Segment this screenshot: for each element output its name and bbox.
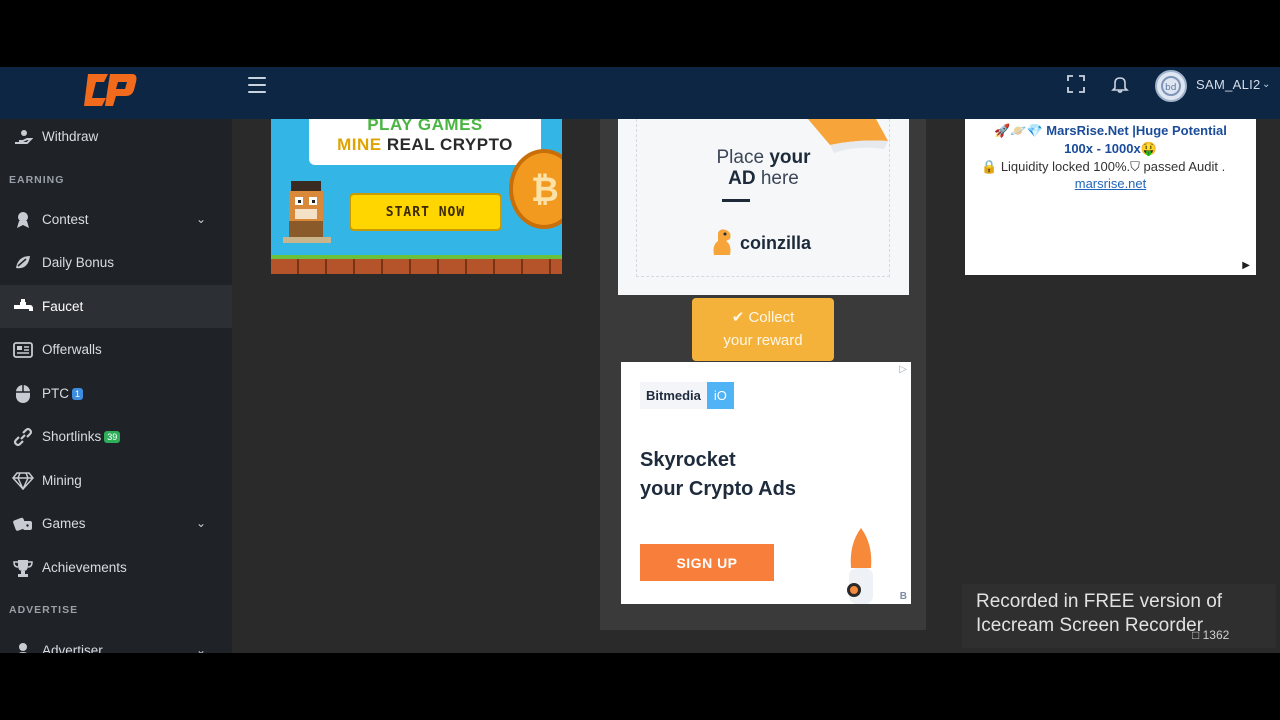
- screen: bd SAM_ALI2 ⌄ Withdraw EARNING Contest ⌄…: [0, 0, 1280, 720]
- start-now-button[interactable]: START NOW: [349, 193, 502, 231]
- sidebar-item-shortlinks[interactable]: Shortlinks 39: [0, 415, 232, 458]
- pixel-character-icon: [283, 181, 331, 243]
- chevron-down-icon: ⌄: [195, 212, 206, 226]
- game-ad-banner: PLAY GAMES MINE REAL CRYPTO: [309, 119, 541, 165]
- coinzilla-ad[interactable]: Place your AD here coinzilla: [618, 119, 909, 295]
- game-ad-line2: MINE REAL CRYPTO: [337, 135, 513, 154]
- menu-icon[interactable]: [248, 77, 266, 93]
- user-icon: [12, 640, 34, 653]
- play-icon[interactable]: ▶: [1242, 260, 1250, 271]
- ptc-badge: 1: [72, 387, 84, 400]
- collect-line2: your reward: [723, 332, 803, 349]
- sidebar-item-mining[interactable]: Mining: [0, 459, 232, 502]
- mouse-icon: [12, 383, 34, 405]
- viewer-count: □ 1362: [1192, 628, 1230, 642]
- top-bar: [0, 67, 1280, 119]
- trophy-icon: [12, 557, 34, 579]
- link-icon: [12, 426, 34, 448]
- chevron-down-icon: ⌄: [195, 643, 206, 653]
- collect-line1: ✔︎ Collect: [731, 309, 795, 326]
- sidebar-item-daily-bonus[interactable]: Daily Bonus: [0, 241, 232, 284]
- bitmedia-headline: Skyrocket your Crypto Ads: [640, 449, 796, 500]
- sidebar-item-ptc[interactable]: PTC 1: [0, 372, 232, 415]
- bitmedia-ad[interactable]: ▷ Bitmedia iO Skyrocket your Crypto Ads S…: [621, 362, 911, 604]
- brick-ground: [271, 259, 562, 274]
- section-advertise: ADVERTISE: [9, 604, 79, 616]
- sidebar-item-label: Contest: [42, 212, 89, 227]
- sidebar-item-label: Games: [42, 516, 86, 531]
- bell-icon[interactable]: [1110, 74, 1130, 94]
- marsrise-description: 🔒 Liquidity locked 100%.⛉ passed Audit .: [981, 159, 1226, 174]
- bitmedia-corner-mark: B: [899, 591, 907, 602]
- sidebar-item-advertiser[interactable]: Advertiser ⌄: [0, 629, 232, 653]
- fullscreen-icon[interactable]: [1066, 74, 1086, 94]
- check-circle-icon: ✔︎: [731, 309, 745, 326]
- collect-reward-button[interactable]: ✔︎ Collect your reward: [692, 298, 834, 361]
- sidebar-item-label: Offerwalls: [42, 342, 102, 357]
- section-earning: EARNING: [9, 174, 65, 186]
- sidebar-item-contest[interactable]: Contest ⌄: [0, 198, 232, 241]
- sidebar-item-label: Mining: [42, 473, 82, 488]
- lock-emoji-icon: 🔒: [981, 159, 998, 174]
- sign-up-button[interactable]: SIGN UP: [640, 544, 774, 581]
- chevron-down-icon: ⌄: [195, 516, 206, 530]
- sidebar-item-label: Withdraw: [42, 129, 99, 144]
- coinzilla-logo-icon: [713, 229, 731, 255]
- sidebar-item-label: Advertiser: [42, 643, 103, 653]
- sidebar-item-label: PTC: [42, 386, 69, 401]
- sidebar-item-games[interactable]: Games ⌄: [0, 502, 232, 545]
- shortlinks-badge: 39: [104, 430, 121, 443]
- avatar[interactable]: bd: [1155, 70, 1187, 102]
- money-emoji-icon: 🤑: [1140, 141, 1157, 156]
- chat-icon: □: [1192, 628, 1200, 642]
- diamond-icon: [12, 470, 34, 492]
- sidebar-item-label: Shortlinks: [42, 429, 102, 444]
- game-ad[interactable]: PLAY GAMES MINE REAL CRYPTO ₿ START NOW: [271, 119, 562, 274]
- site-logo[interactable]: [82, 68, 138, 112]
- bitmedia-logo: Bitmedia iO: [640, 382, 734, 409]
- marsrise-title[interactable]: 🚀🪐💎 MarsRise.Net |Huge Potential 100x - …: [965, 122, 1256, 158]
- sidebar-item-label: Achievements: [42, 560, 127, 575]
- sidebar-item-label: Daily Bonus: [42, 255, 115, 270]
- sidebar-item-achievements[interactable]: Achievements: [0, 546, 232, 589]
- avatar-icon: bd: [1161, 76, 1181, 96]
- sidebar-item-faucet[interactable]: Faucet: [0, 285, 232, 328]
- username[interactable]: SAM_ALI2: [1196, 77, 1261, 92]
- divider: [722, 199, 750, 202]
- sidebar: Withdraw EARNING Contest ⌄ Daily Bonus F…: [0, 119, 232, 653]
- coinzilla-brand: coinzilla: [740, 233, 812, 253]
- chevron-down-icon[interactable]: ⌄: [1262, 79, 1270, 90]
- rocket-icon: [847, 528, 873, 604]
- rocket-emoji-icon: 🚀🪐💎: [994, 123, 1043, 138]
- sidebar-item-offerwalls[interactable]: Offerwalls: [0, 328, 232, 371]
- game-ad-line1: PLAY GAMES: [367, 119, 483, 134]
- faucet-icon: [12, 296, 34, 318]
- place-your-ad-text: Place your AD here: [716, 147, 811, 189]
- bonus-icon: [12, 252, 34, 274]
- sidebar-item-label: Faucet: [42, 299, 84, 314]
- adchoices-icon[interactable]: ▷: [899, 364, 907, 375]
- marsrise-link[interactable]: marsrise.net: [965, 176, 1256, 191]
- sidebar-item-withdraw[interactable]: Withdraw: [0, 119, 232, 158]
- medal-icon: [12, 209, 34, 231]
- offerwalls-icon: [12, 339, 34, 361]
- withdraw-icon: [12, 126, 34, 148]
- svg-text:bd: bd: [1165, 83, 1176, 93]
- dice-icon: [12, 513, 34, 535]
- marsrise-ad[interactable]: 🚀🪐💎 MarsRise.Net |Huge Potential 100x - …: [965, 119, 1256, 275]
